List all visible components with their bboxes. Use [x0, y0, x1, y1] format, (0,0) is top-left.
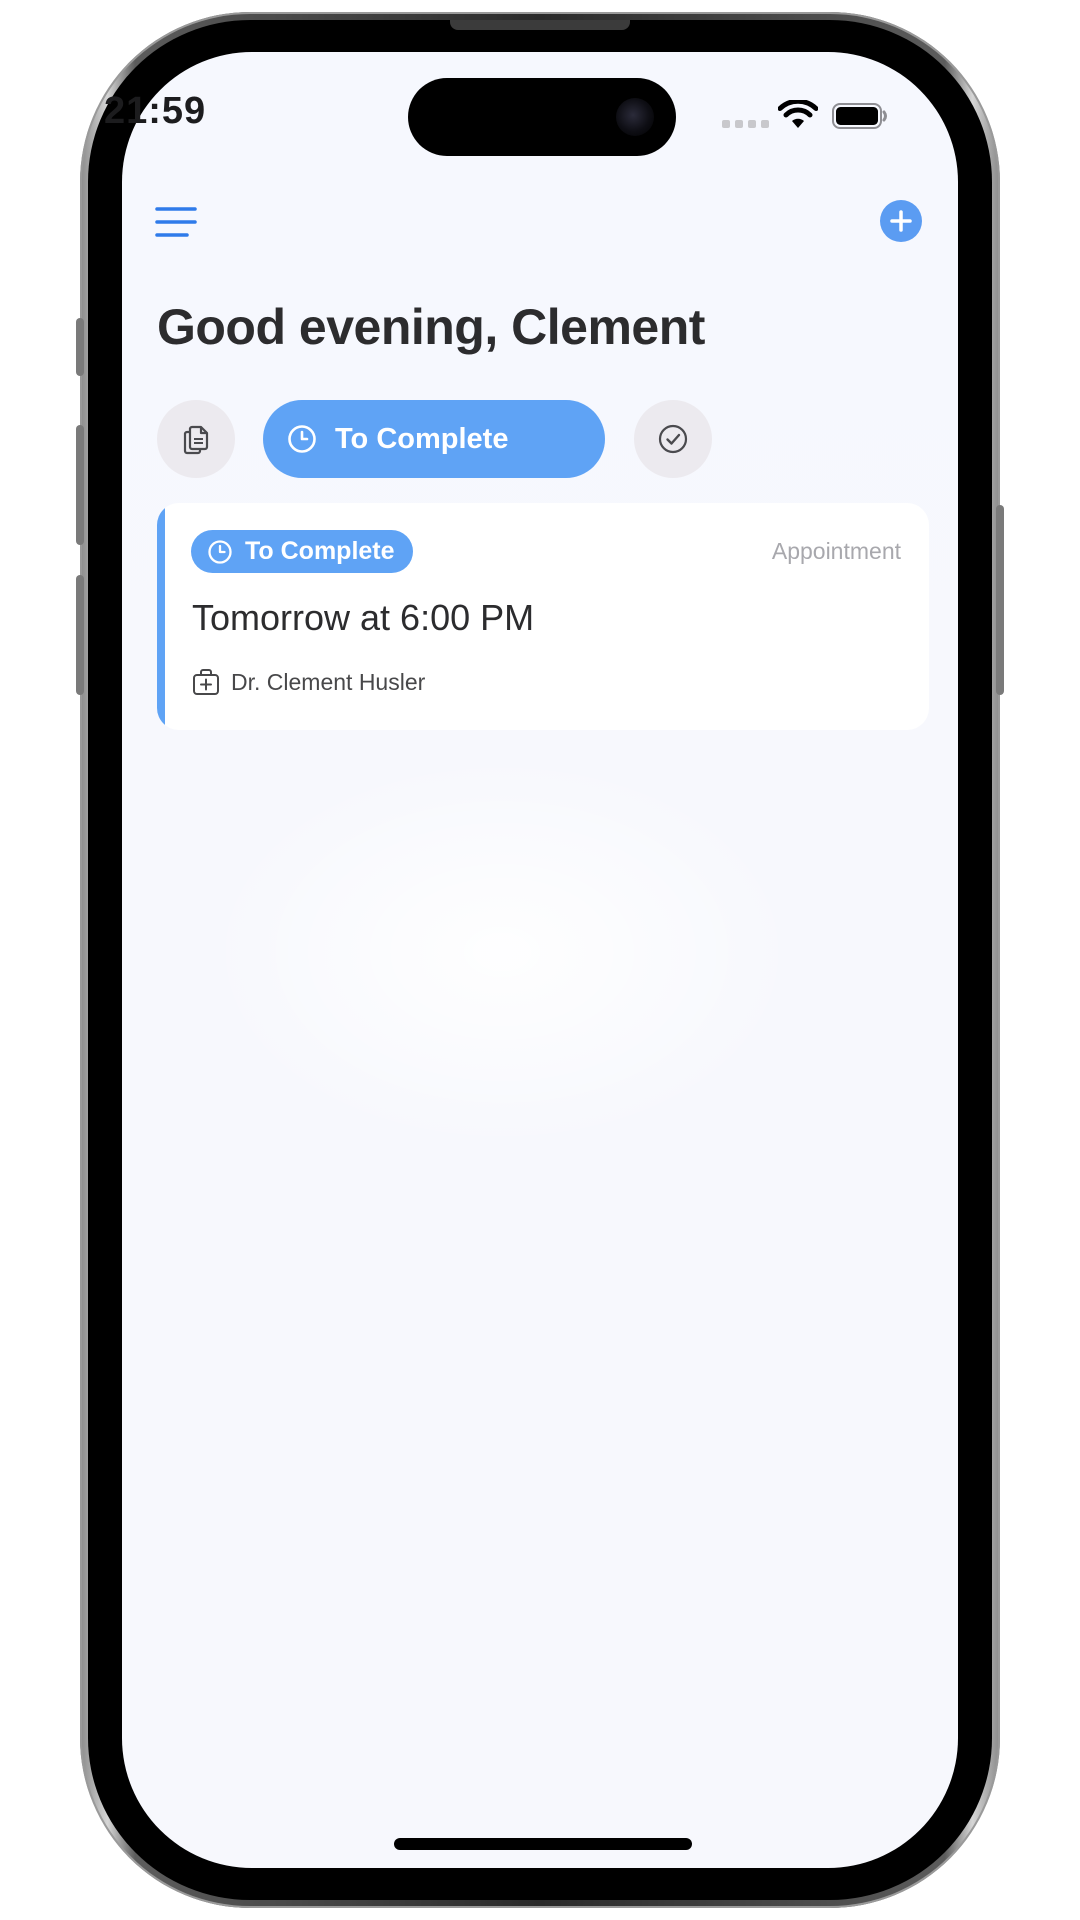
status-badge-label: To Complete — [245, 537, 395, 565]
status-badge: To Complete — [191, 530, 413, 573]
power-button — [996, 505, 1004, 695]
doctor-name: Dr. Clement Husler — [231, 668, 426, 695]
greeting-title: Good evening, Clement — [157, 299, 705, 355]
documents-icon — [183, 425, 209, 455]
checkmark-circle-icon — [658, 424, 688, 454]
status-bar-time: 21:59 — [104, 90, 207, 132]
dynamic-island — [408, 78, 676, 156]
medical-kit-icon — [193, 669, 219, 695]
filter-to-complete-button[interactable]: To Complete — [263, 400, 605, 478]
speaker-grille — [450, 20, 630, 30]
card-accent-bar — [157, 503, 165, 730]
clock-icon — [208, 539, 232, 564]
filter-to-complete-label: To Complete — [335, 422, 509, 455]
cellular-signal-icon — [722, 120, 769, 128]
volume-up-button — [76, 425, 84, 545]
device-mockup: 21:59 Good evening, Clement To Complete … — [0, 0, 1080, 1920]
front-camera-icon — [616, 98, 654, 136]
background-glow — [202, 752, 802, 1152]
plus-icon — [890, 210, 912, 232]
battery-icon — [832, 103, 887, 129]
appointment-type-label: Appointment — [771, 538, 901, 564]
volume-down-button — [76, 575, 84, 695]
wifi-icon — [778, 100, 818, 128]
clock-icon — [288, 425, 316, 453]
action-button — [76, 318, 84, 376]
hamburger-menu-icon[interactable] — [155, 205, 197, 239]
filter-all-button[interactable] — [157, 400, 235, 478]
appointment-card[interactable]: To Complete Appointment Tomorrow at 6:00… — [157, 503, 929, 730]
add-appointment-button[interactable] — [880, 200, 922, 242]
home-indicator[interactable] — [394, 1838, 692, 1850]
appointment-time: Tomorrow at 6:00 PM — [192, 597, 535, 638]
filter-completed-button[interactable] — [634, 400, 712, 478]
appointment-doctor: Dr. Clement Husler — [191, 667, 425, 697]
